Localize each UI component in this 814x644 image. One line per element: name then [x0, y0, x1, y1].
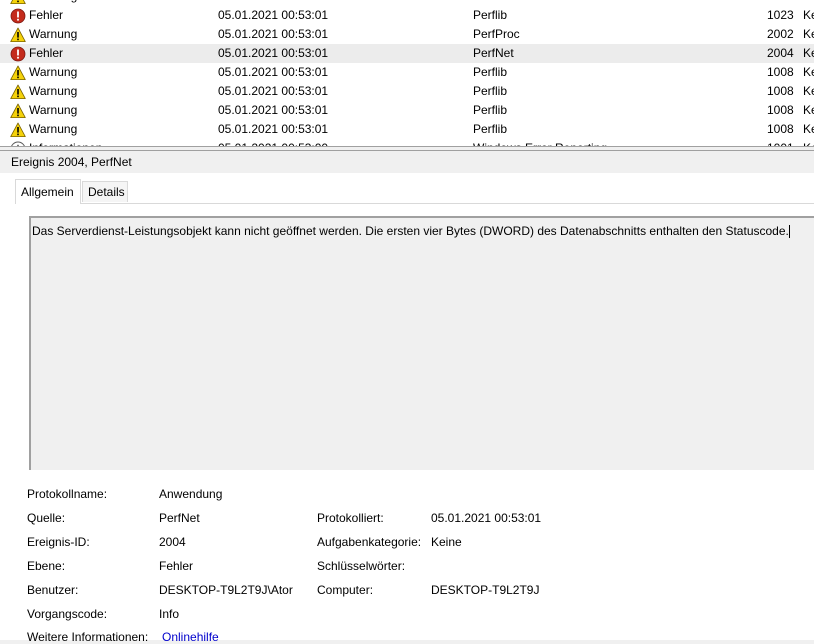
event-date: 05.01.2021 00:53:01 [218, 65, 329, 79]
event-source: Perflib [473, 8, 508, 22]
event-row[interactable]: Warnung 05.01.2021 00:53:01 Perflib 1008 Kei… [0, 101, 814, 120]
event-date: 05.01.2021 00:53:01 [218, 84, 329, 98]
event-level: Warnung [29, 84, 78, 98]
event-level: Warnung [29, 65, 78, 79]
event-description-container: Das Serverdienst-Leistungsobjekt kann ni… [32, 224, 790, 239]
text-cursor [788, 225, 790, 239]
logged-value: 05.01.2021 00:53:01 [431, 511, 542, 525]
warning-icon [10, 65, 26, 81]
event-id: 1023 [767, 8, 794, 22]
event-row[interactable]: Fehler 05.01.2021 00:53:01 PerfNet 2004 Kein… [0, 44, 814, 63]
event-date: 05.01.2021 00:53:00 [218, 139, 328, 146]
event-date: 05.01.2021 00:53:01 [218, 122, 329, 136]
event-id: 1001 [767, 139, 794, 146]
event-row[interactable]: Warnung 05.01.2021 00:53:01 Perflib 1008 Kei… [0, 63, 814, 82]
warning-icon [10, 84, 26, 100]
event-source: Perflib [473, 122, 508, 136]
event-source: Windows Error Reporting [473, 139, 607, 146]
event-source: Perflib [473, 65, 508, 79]
event-row[interactable]: Warnung 05.01.2021 00:53:01 PerfProc 2002 Ke… [0, 25, 814, 44]
event-description-box[interactable]: Das Serverdienst-Leistungsobjekt kann ni… [29, 216, 814, 470]
event-category: Keine [803, 84, 814, 98]
event-date: 05.01.2021 00:53:01 [218, 103, 329, 117]
event-level: Warnung [29, 122, 78, 136]
event-category: Keine [803, 139, 814, 146]
event-row[interactable]: Warnung 05.01.2021 00:53:01 Perflib 1008 Kei… [0, 120, 814, 139]
source-value: PerfNet [159, 511, 200, 525]
event-date: 05.01.2021 00:53:01 [218, 27, 329, 41]
event-list[interactable]: Warnung 05.01.2021 00:53:01 Perflib 1008 Kei… [0, 0, 814, 146]
log-name-value: Anwendung [159, 487, 223, 501]
event-date: 05.01.2021 00:53:01 [218, 46, 329, 60]
keywords-label: Schlüsselwörter: [317, 559, 406, 573]
computer-label: Computer: [317, 583, 374, 597]
event-id: 1008 [767, 122, 794, 136]
error-icon [10, 8, 26, 24]
event-id: 1008 [767, 84, 794, 98]
event-id-label: Ereignis-ID: [27, 535, 90, 549]
event-source: Perflib [473, 103, 508, 117]
task-category-label: Aufgabenkategorie: [317, 535, 422, 549]
event-id: 2004 [767, 46, 794, 60]
event-category: Keine [803, 27, 814, 41]
detail-pane: Allgemein Details Das Serverdienst-Leist… [0, 173, 814, 644]
tab-panel-border [15, 203, 814, 204]
detail-title: Ereignis 2004, PerfNet [11, 155, 132, 169]
event-level: Warnung [29, 103, 78, 117]
event-category: Keine [803, 8, 814, 22]
event-level: Fehler [29, 46, 64, 60]
warning-icon [10, 27, 26, 43]
event-source: PerfProc [473, 27, 520, 41]
event-description: Das Serverdienst-Leistungsobjekt kann ni… [32, 224, 789, 238]
error-icon [10, 46, 26, 62]
opcode-value: Info [159, 607, 180, 621]
event-row[interactable]: Fehler 05.01.2021 00:53:01 Perflib 1023 Kein… [0, 6, 814, 25]
computer-value: DESKTOP-T9L2T9J [431, 583, 540, 597]
event-level: Informationen [29, 139, 102, 146]
more-info-label: Weitere Informationen: [27, 630, 149, 644]
event-category: Keine [803, 46, 814, 60]
event-category: Keine [803, 122, 814, 136]
log-name-label: Protokollname: [27, 487, 108, 501]
warning-icon [10, 122, 26, 138]
tab-general[interactable]: Allgemein [15, 179, 81, 204]
level-value: Fehler [159, 559, 194, 573]
event-id: 2002 [767, 27, 794, 41]
opcode-label: Vorgangscode: [27, 607, 108, 621]
logged-label: Protokolliert: [317, 511, 384, 525]
event-id: 1008 [767, 103, 794, 117]
level-label: Ebene: [27, 559, 66, 573]
online-help-link[interactable]: Onlinehilfe [162, 630, 219, 644]
user-value: DESKTOP-T9L2T9J\Ator [159, 583, 293, 597]
event-source: PerfNet [473, 46, 514, 60]
event-id-value: 2004 [159, 535, 186, 549]
event-level: Warnung [29, 27, 78, 41]
event-id: 1008 [767, 65, 794, 79]
event-source: Perflib [473, 84, 508, 98]
user-label: Benutzer: [27, 583, 79, 597]
warning-icon [10, 103, 26, 119]
event-row[interactable]: Warnung 05.01.2021 00:53:01 Perflib 1008 Kei… [0, 82, 814, 101]
source-label: Quelle: [27, 511, 66, 525]
event-category: Keine [803, 65, 814, 79]
event-row[interactable]: Informationen 05.01.2021 00:53:00 Windows … [0, 139, 814, 146]
detail-header: Ereignis 2004, PerfNet [0, 151, 814, 174]
tab-details[interactable]: Details [82, 181, 128, 202]
warning-icon [10, 0, 26, 5]
event-category: Keine [803, 103, 814, 117]
task-category-value: Keine [431, 535, 462, 549]
event-level: Fehler [29, 8, 64, 22]
event-date: 05.01.2021 00:53:01 [218, 8, 329, 22]
